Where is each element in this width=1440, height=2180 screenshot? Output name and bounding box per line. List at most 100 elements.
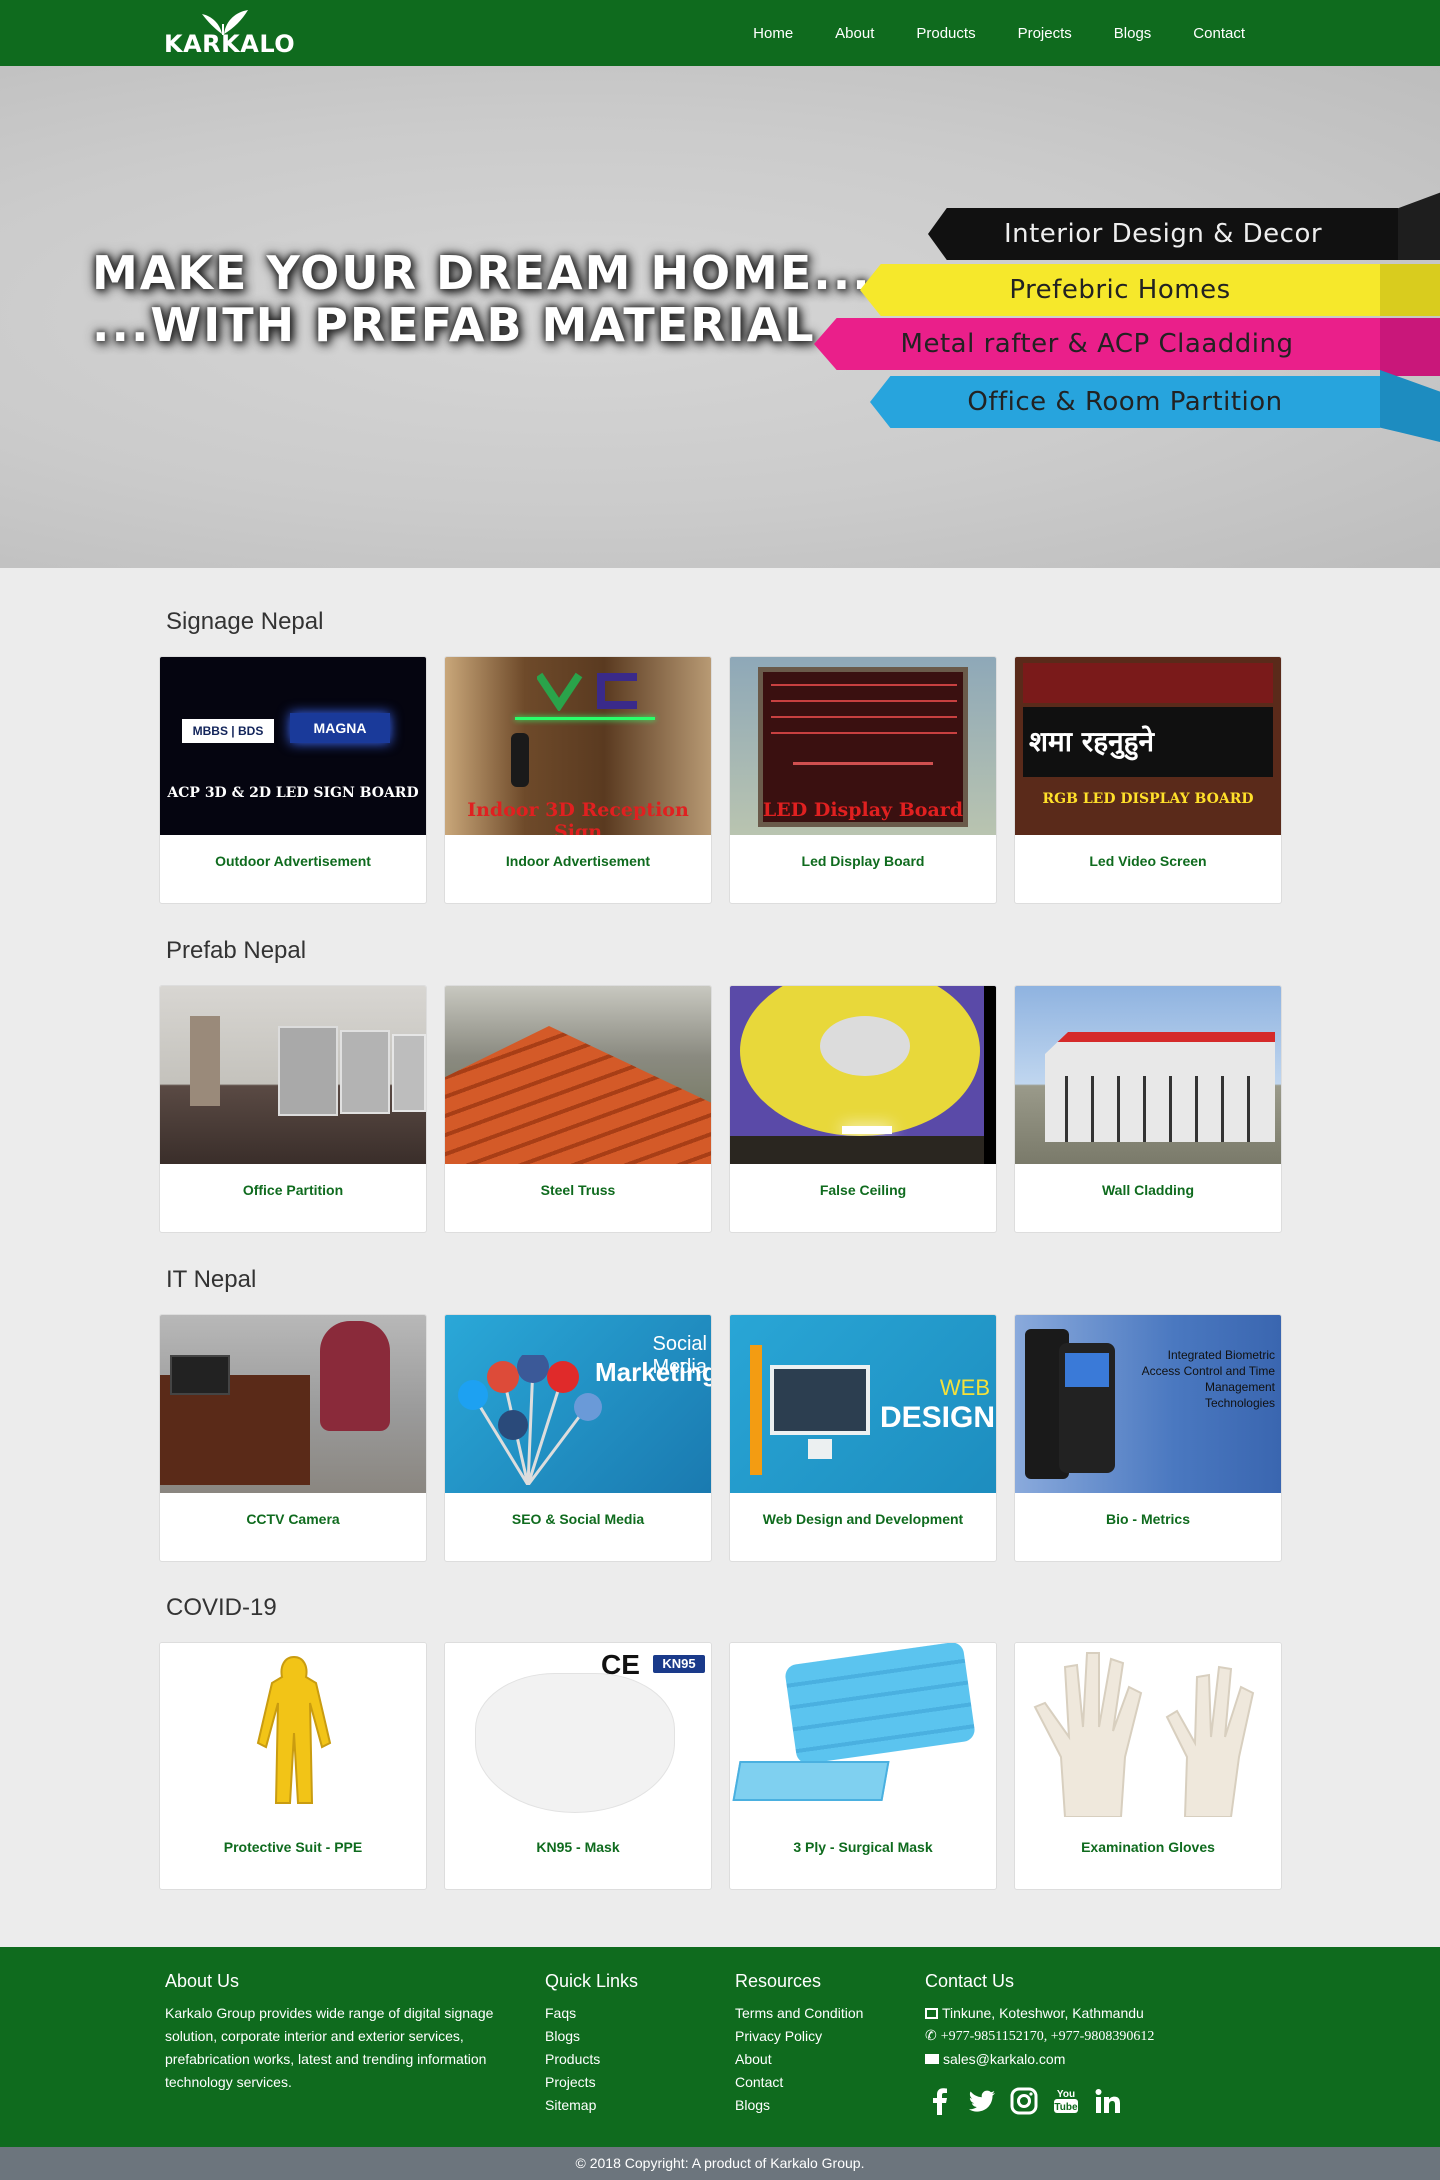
card-title[interactable]: CCTV Camera [160, 1511, 426, 1527]
product-card-surgical-mask[interactable]: 3 Ply - Surgical Mask [729, 1642, 997, 1890]
footer-link-sitemap[interactable]: Sitemap [545, 2094, 705, 2117]
card-title[interactable]: Office Partition [160, 1182, 426, 1198]
led-text-line [793, 762, 933, 765]
product-card-office-partition[interactable]: Office Partition [159, 985, 427, 1233]
card-title[interactable]: Bio - Metrics [1015, 1511, 1281, 1527]
partition-panel [340, 1030, 390, 1114]
linkedin-icon[interactable] [1094, 2087, 1122, 2115]
product-card-cctv-camera[interactable]: CCTV Camera [159, 1314, 427, 1562]
product-card-steel-truss[interactable]: Steel Truss [444, 985, 712, 1233]
section-title-prefab: Prefab Nepal [166, 937, 307, 964]
sign-panel-magna: MAGNA [290, 713, 390, 743]
device-screen [1065, 1353, 1109, 1387]
hero-banner: MAKE YOUR DREAM HOME... ...WITH PREFAB M… [0, 66, 1440, 568]
video-screen: शमा रहनुहुने [1023, 707, 1273, 777]
footer-link-about[interactable]: About [735, 2048, 905, 2071]
nav-projects[interactable]: Projects [997, 25, 1093, 42]
image-heading: Integrated Biometric Access Control and … [1141, 1348, 1275, 1410]
svg-text:You: You [1057, 2089, 1075, 2100]
nav-products[interactable]: Products [895, 25, 996, 42]
product-card-led-display-board[interactable]: LED Display Board Led Display Board [729, 656, 997, 904]
nav-home[interactable]: Home [732, 25, 814, 42]
door-frame [190, 1016, 220, 1106]
roof-tiles [445, 1026, 711, 1164]
image-caption: ACP 3D & 2D LED SIGN BOARD [167, 785, 419, 801]
card-title[interactable]: Steel Truss [445, 1182, 711, 1198]
footer-address: Tinkune, Koteshwor, Kathmandu [925, 2002, 1225, 2025]
footer-email[interactable]: sales@karkalo.com [925, 2048, 1225, 2071]
footer-link-contact[interactable]: Contact [735, 2071, 905, 2094]
product-image [445, 986, 711, 1164]
product-card-web-design[interactable]: WEB DESIGN Web Design and Development [729, 1314, 997, 1562]
product-card-examination-gloves[interactable]: Examination Gloves [1014, 1642, 1282, 1890]
card-title[interactable]: Led Display Board [730, 853, 996, 869]
card-title[interactable]: Wall Cladding [1015, 1182, 1281, 1198]
product-card-wall-cladding[interactable]: Wall Cladding [1014, 985, 1282, 1233]
footer-link-blogs-2[interactable]: Blogs [735, 2094, 905, 2117]
facebook-icon[interactable] [926, 2087, 954, 2115]
footer-link-terms[interactable]: Terms and Condition [735, 2002, 905, 2025]
footer-link-projects[interactable]: Projects [545, 2071, 705, 2094]
brand-logo[interactable]: KARKALO [164, 8, 295, 60]
card-title[interactable]: Outdoor Advertisement [160, 853, 426, 869]
card-title[interactable]: Protective Suit - PPE [160, 1839, 426, 1855]
product-image: CE KN95 [445, 1643, 711, 1821]
card-title[interactable]: SEO & Social Media [445, 1511, 711, 1527]
section-title-signage: Signage Nepal [166, 608, 324, 635]
partition-panel [278, 1026, 338, 1116]
social-icons-bouquet [453, 1351, 603, 1486]
footer-quick-links-title: Quick Links [545, 1971, 639, 1991]
footer-link-privacy[interactable]: Privacy Policy [735, 2025, 905, 2048]
copyright-bar: © 2018 Copyright: A product of Karkalo G… [0, 2147, 1440, 2180]
nav-about[interactable]: About [814, 25, 895, 42]
kn95-badge: KN95 [653, 1655, 705, 1673]
card-title[interactable]: Led Video Screen [1015, 853, 1281, 869]
ribbon-fold [1380, 318, 1440, 376]
map-icon [925, 2008, 938, 2019]
instagram-icon[interactable] [1010, 2087, 1038, 2115]
product-card-seo-social-media[interactable]: Social Media Marketing SEO & Social Medi… [444, 1314, 712, 1562]
tube-light [842, 1126, 892, 1134]
product-card-kn95-mask[interactable]: CE KN95 KN95 - Mask [444, 1642, 712, 1890]
card-title[interactable]: KN95 - Mask [445, 1839, 711, 1855]
building-frame [1065, 1076, 1265, 1142]
product-card-bio-metrics[interactable]: Integrated Biometric Access Control and … [1014, 1314, 1282, 1562]
card-title[interactable]: 3 Ply - Surgical Mask [730, 1839, 996, 1855]
card-title[interactable]: Examination Gloves [1015, 1839, 1281, 1855]
card-title[interactable]: Indoor Advertisement [445, 853, 711, 869]
partition-panel [392, 1034, 426, 1112]
social-links: You Tube [926, 2087, 1122, 2115]
footer-link-blogs[interactable]: Blogs [545, 2025, 705, 2048]
youtube-icon[interactable]: You Tube [1052, 2087, 1080, 2115]
product-card-protective-suit[interactable]: Protective Suit - PPE [159, 1642, 427, 1890]
footer-link-faqs[interactable]: Faqs [545, 2002, 705, 2025]
product-card-outdoor-advertisement[interactable]: MBBS | BDS MAGNA ACP 3D & 2D LED SIGN BO… [159, 656, 427, 904]
image-caption: Indoor 3D Reception Sign [467, 799, 689, 835]
product-card-led-video-screen[interactable]: शमा रहनुहुने RGB LED DISPLAY BOARD Led V… [1014, 656, 1282, 904]
twitter-icon[interactable] [968, 2087, 996, 2115]
screen-header [1023, 663, 1273, 703]
envelope-icon [925, 2054, 939, 2064]
section-title-covid: COVID-19 [166, 1594, 277, 1621]
product-image: MBBS | BDS MAGNA ACP 3D & 2D LED SIGN BO… [160, 657, 426, 835]
product-card-indoor-advertisement[interactable]: Indoor 3D Reception Sign Indoor Advertis… [444, 656, 712, 904]
footer-link-products[interactable]: Products [545, 2048, 705, 2071]
product-image: WEB DESIGN [730, 1315, 996, 1493]
product-image [730, 986, 996, 1164]
card-title[interactable]: Web Design and Development [730, 1511, 996, 1527]
ribbon-prefab-homes: Prefebric Homes [860, 264, 1380, 316]
product-card-false-ceiling[interactable]: False Ceiling [729, 985, 997, 1233]
phone-icon: ✆ [925, 2029, 937, 2044]
monitor-illustration [770, 1365, 870, 1435]
edge-shadow [984, 986, 996, 1164]
monitor-stand [808, 1439, 832, 1459]
card-title[interactable]: False Ceiling [730, 1182, 996, 1198]
ribbon-office-partition: Office & Room Partition [870, 376, 1380, 428]
email-text[interactable]: sales@karkalo.com [943, 2051, 1065, 2067]
product-image [160, 986, 426, 1164]
image-heading-2: DESIGN [880, 1401, 996, 1434]
person [320, 1321, 390, 1431]
phone-text: +977-9851152170, +977-9808390612 [940, 2029, 1155, 2044]
nav-blogs[interactable]: Blogs [1093, 25, 1173, 42]
nav-contact[interactable]: Contact [1172, 25, 1266, 42]
